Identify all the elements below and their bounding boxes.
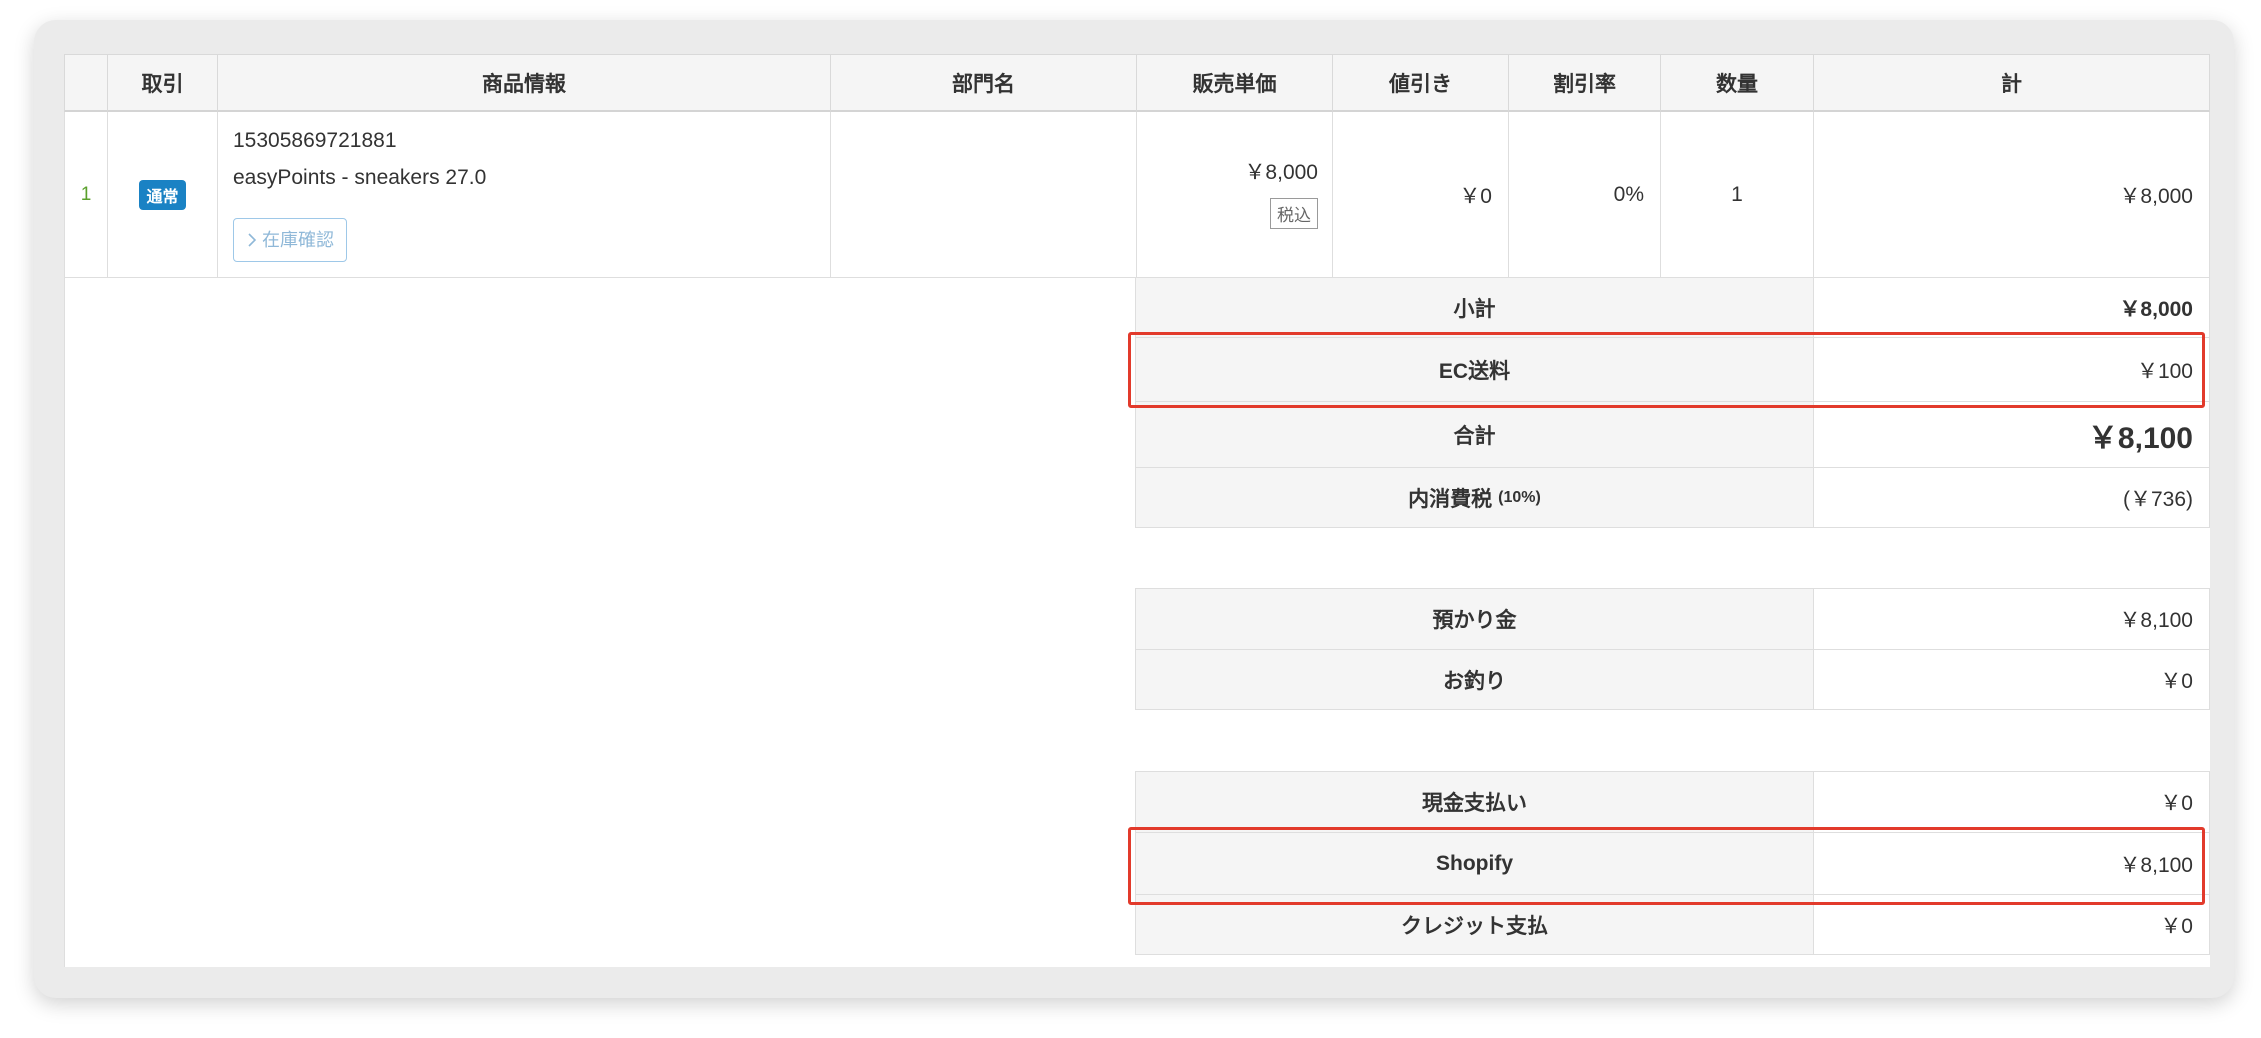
shipping-label: EC送料	[1135, 338, 1814, 402]
quantity-value: 1	[1731, 182, 1743, 206]
product-name: easyPoints - sneakers 27.0	[233, 166, 487, 189]
product-code: 15305869721881	[233, 129, 397, 152]
tax-label-text: 内消費税	[1408, 487, 1493, 511]
cash-payment-label: 現金支払い	[1135, 771, 1814, 833]
shipping-value: ￥100	[1814, 338, 2210, 402]
total-label: 合計	[1135, 402, 1814, 468]
grand-total-value: ￥8,100	[1814, 402, 2210, 468]
consumption-tax-value: (￥736)	[1814, 468, 2210, 528]
credit-payment-label: クレジット支払	[1135, 895, 1814, 955]
subtotal-label: 小計	[1135, 278, 1814, 338]
table-row-total: ￥8,000	[1814, 112, 2210, 278]
table-row-transaction: 通常	[108, 112, 218, 278]
chevron-right-icon	[248, 233, 257, 247]
change-label: お釣り	[1135, 650, 1814, 710]
table-row-discount: ￥0	[1333, 112, 1509, 278]
row-number: 1	[80, 183, 92, 205]
col-header-transaction: 取引	[108, 54, 218, 112]
table-row-quantity: 1	[1661, 112, 1814, 278]
col-header-index	[64, 54, 108, 112]
unit-price-value: ￥8,000	[1244, 161, 1318, 184]
discount-rate-value: 0%	[1613, 182, 1644, 206]
sales-detail-panel: 取引 商品情報 部門名 販売単価 値引き 割引率 数量 計 1 通常 15305…	[64, 54, 2210, 967]
table-row-unit-price: ￥8,000 税込	[1137, 112, 1333, 278]
tax-included-tag: 税込	[1270, 198, 1318, 229]
left-border	[64, 278, 65, 967]
col-header-product-info: 商品情報	[218, 54, 831, 112]
tax-rate-text: (10%)	[1498, 488, 1541, 506]
change-value: ￥0	[1814, 650, 2210, 710]
col-header-quantity: 数量	[1661, 54, 1814, 112]
transaction-type-badge: 通常	[139, 179, 186, 210]
stock-check-button[interactable]: 在庫確認	[233, 218, 347, 262]
table-row-discount-rate: 0%	[1509, 112, 1661, 278]
deposit-label: 預かり金	[1135, 588, 1814, 650]
col-header-total: 計	[1814, 54, 2210, 112]
row-total-value: ￥8,000	[2119, 184, 2193, 208]
table-row-department	[831, 112, 1137, 278]
col-header-department: 部門名	[831, 54, 1137, 112]
col-header-discount: 値引き	[1333, 54, 1509, 112]
col-header-unit-price: 販売単価	[1137, 54, 1333, 112]
deposit-value: ￥8,100	[1814, 588, 2210, 650]
table-row-product: 15305869721881 easyPoints - sneakers 27.…	[218, 112, 831, 278]
cash-payment-value: ￥0	[1814, 771, 2210, 833]
discount-value: ￥0	[1459, 184, 1492, 208]
credit-payment-value: ￥0	[1814, 895, 2210, 955]
stock-check-label: 在庫確認	[262, 230, 334, 250]
consumption-tax-label: 内消費税 (10%)	[1135, 468, 1814, 528]
col-header-discount-rate: 割引率	[1509, 54, 1661, 112]
subtotal-value: ￥8,000	[1814, 278, 2210, 338]
shopify-payment-label: Shopify	[1135, 833, 1814, 895]
table-row-number: 1	[64, 112, 108, 278]
shopify-payment-value: ￥8,100	[1814, 833, 2210, 895]
